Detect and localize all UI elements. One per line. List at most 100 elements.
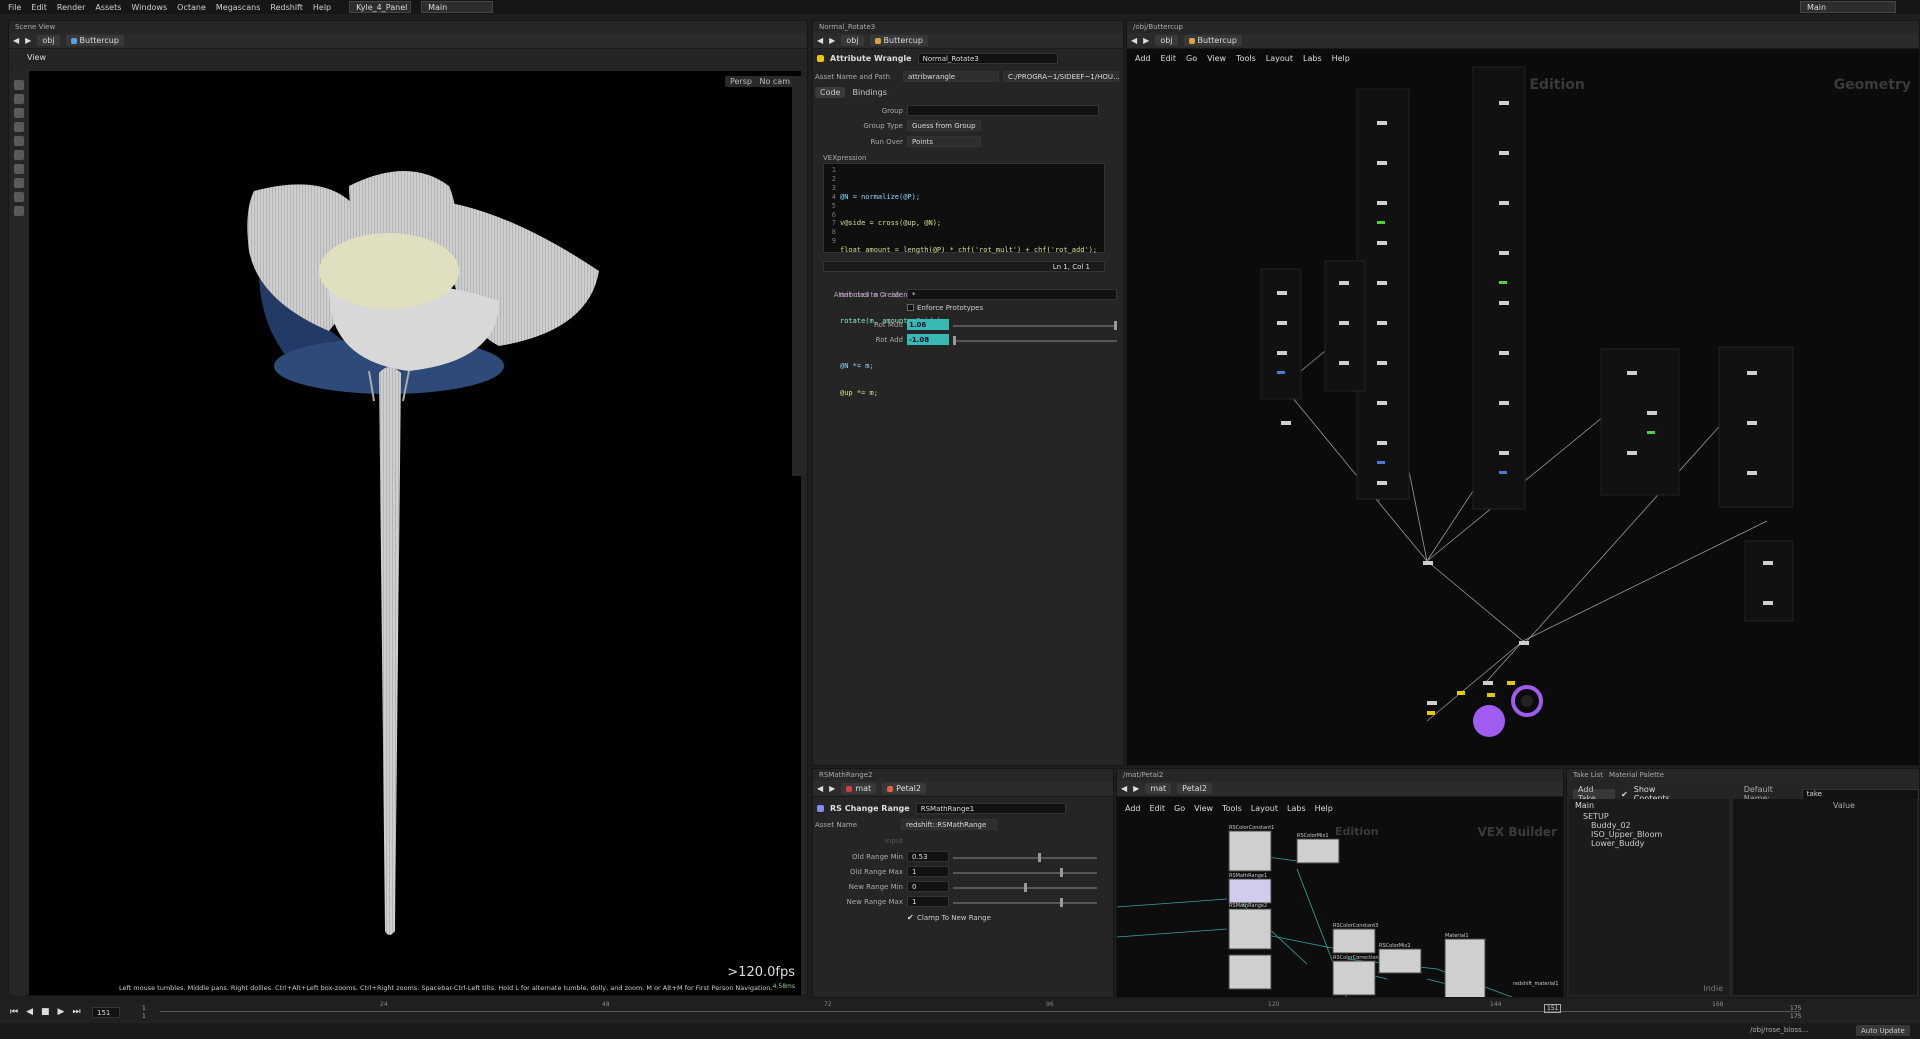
path-node[interactable]: Buttercup [869, 35, 928, 46]
jump-start-icon[interactable]: ⏮ [10, 1007, 18, 1017]
add-take-button[interactable]: Add Take [1573, 785, 1616, 803]
path-mat[interactable]: mat [841, 783, 877, 794]
magnet-icon[interactable] [14, 192, 24, 202]
current-frame-marker[interactable]: 151 [1544, 1004, 1562, 1013]
menu-render[interactable]: Render [57, 3, 85, 12]
new-range-min-knob[interactable] [1023, 883, 1027, 892]
rot-add-knob[interactable] [953, 336, 956, 345]
node-label: RSMathRange2 [1229, 903, 1267, 909]
jump-end-icon[interactable]: ⏭ [72, 1007, 80, 1017]
old-range-max-slider[interactable] [953, 868, 1097, 877]
node-type: Attribute Wrangle [830, 54, 912, 63]
shelf-toolbar [12, 76, 26, 996]
forward-arrow-icon[interactable]: ▶ [829, 36, 835, 45]
show-contents-check[interactable]: ✔ [1621, 790, 1628, 799]
enforce-checkbox[interactable] [907, 304, 914, 311]
clamp-checkbox[interactable]: ✔ [907, 913, 914, 922]
old-range-max-knob[interactable] [1059, 868, 1063, 877]
asset-dropdown[interactable]: attribwrangle [903, 71, 999, 82]
select-tool-icon[interactable] [14, 80, 24, 90]
tab-code[interactable]: Code [815, 87, 846, 98]
group-type-dropdown[interactable]: Guess from Group [907, 120, 981, 131]
default-name-field[interactable]: take [1801, 788, 1919, 800]
take-lower-buddy[interactable]: Lower_Buddy [1569, 839, 1729, 848]
take-main[interactable]: Main [1569, 799, 1729, 812]
status-path: /obj/rose_bloss... [1750, 1026, 1809, 1034]
back-arrow-icon[interactable]: ◀ [817, 784, 823, 793]
stop-icon[interactable]: ■ [41, 1007, 50, 1017]
rs-node-name-field[interactable]: RSMathRange1 [915, 803, 1066, 814]
menu-megascans[interactable]: Megascans [216, 3, 261, 12]
take-iso-upper-bloom[interactable]: ISO_Upper_Bloom [1569, 830, 1729, 839]
old-range-min-knob[interactable] [1037, 853, 1041, 862]
menu-file[interactable]: File [8, 3, 21, 12]
menu-assets[interactable]: Assets [95, 3, 121, 12]
rotate-tool-icon[interactable] [14, 108, 24, 118]
vex-node-graph[interactable]: RSColorConstant1 RSColorMix1 RSMathRange… [1117, 769, 1564, 998]
menu-redshift[interactable]: Redshift [270, 3, 302, 12]
old-range-min-field[interactable]: 0.53 [907, 851, 949, 862]
scale-tool-icon[interactable] [14, 122, 24, 132]
move-tool-icon[interactable] [14, 94, 24, 104]
new-range-max-slider[interactable] [953, 898, 1097, 907]
tab-material-palette[interactable]: Material Palette [1609, 771, 1664, 779]
code-line: @N = normalize(@P); [840, 192, 921, 201]
rot-add-field[interactable]: -1.08 [907, 334, 949, 345]
current-frame-field[interactable]: 151 [92, 1007, 120, 1018]
take-setup[interactable]: SETUP [1569, 812, 1729, 821]
vex-code-editor[interactable]: 123456789 @N = normalize(@P); v@side = c… [823, 163, 1105, 397]
new-range-max-field[interactable]: 1 [907, 896, 949, 907]
path-obj[interactable]: obj [841, 35, 864, 46]
tab-scene-view[interactable]: Scene View [15, 23, 55, 31]
old-range-max-field[interactable]: 1 [907, 866, 949, 877]
rot-mult-knob[interactable] [1114, 321, 1117, 330]
path-obj[interactable]: obj [37, 35, 60, 46]
right-main-dropdown[interactable]: Main [1800, 1, 1896, 13]
menu-help[interactable]: Help [313, 3, 331, 12]
node-graph[interactable] [1127, 21, 1920, 766]
node-name-field[interactable]: Normal_Rotate3 [917, 53, 1058, 64]
back-arrow-icon[interactable]: ◀ [817, 36, 823, 45]
step-back-icon[interactable]: ◀ [26, 1007, 33, 1017]
path-petal[interactable]: Petal2 [882, 783, 926, 794]
tab-normal-rotate[interactable]: Normal_Rotate3 [819, 23, 875, 31]
play-icon[interactable]: ▶ [58, 1007, 65, 1017]
back-arrow-icon[interactable]: ◀ [13, 36, 19, 45]
auto-update-button[interactable]: Auto Update [1856, 1025, 1910, 1036]
new-range-max-knob[interactable] [1059, 898, 1063, 907]
rot-add-slider[interactable] [953, 336, 1117, 345]
right-main-label: Main [1807, 2, 1827, 12]
take-buddy[interactable]: Buddy_02 [1569, 821, 1729, 830]
forward-arrow-icon[interactable]: ▶ [829, 784, 835, 793]
menu-windows[interactable]: Windows [131, 3, 167, 12]
tab-rsmathrange[interactable]: RSMathRange2 [819, 771, 872, 779]
forward-arrow-icon[interactable]: ▶ [25, 36, 31, 45]
rot-mult-slider[interactable] [953, 321, 1117, 330]
main-dropdown[interactable]: Main [421, 1, 494, 13]
run-over-dropdown[interactable]: Points [907, 136, 981, 147]
status-bar: /obj/rose_bloss... Auto Update [0, 1023, 1920, 1039]
tab-bindings[interactable]: Bindings [847, 87, 892, 98]
takes-tabbar: Take List Material Palette [1567, 769, 1919, 781]
desktop-dropdown[interactable]: Kyle_4_Panel [349, 1, 412, 13]
new-range-min-field[interactable]: 0 [907, 881, 949, 892]
menu-octane[interactable]: Octane [177, 3, 206, 12]
pose-tool-icon[interactable] [14, 150, 24, 160]
viewport[interactable]: Persp No cam >120.0fps 4.58ms Left mouse… [29, 71, 801, 995]
camera-icon[interactable] [14, 206, 24, 216]
view-tool-icon[interactable] [14, 164, 24, 174]
handle-tool-icon[interactable] [14, 136, 24, 146]
tab-take-list[interactable]: Take List [1573, 771, 1603, 779]
path-node[interactable]: Buttercup [65, 35, 124, 46]
new-range-min-slider[interactable] [953, 883, 1097, 892]
snap-tool-icon[interactable] [14, 178, 24, 188]
menubar: File Edit Render Assets Windows Octane M… [0, 0, 1920, 14]
group-field[interactable] [907, 105, 1099, 116]
rs-asset-dropdown[interactable]: redshift::RSMathRange [901, 819, 997, 830]
old-range-min-label: Old Range Min [852, 853, 903, 861]
rot-mult-field[interactable]: 1.06 [907, 319, 949, 330]
asset-path-dropdown[interactable]: C:/PROGRA~1/SIDEEF~1/HOU... [1003, 71, 1120, 82]
menu-edit[interactable]: Edit [31, 3, 47, 12]
old-range-min-slider[interactable] [953, 853, 1097, 862]
attrs-field[interactable]: * [907, 289, 1117, 300]
